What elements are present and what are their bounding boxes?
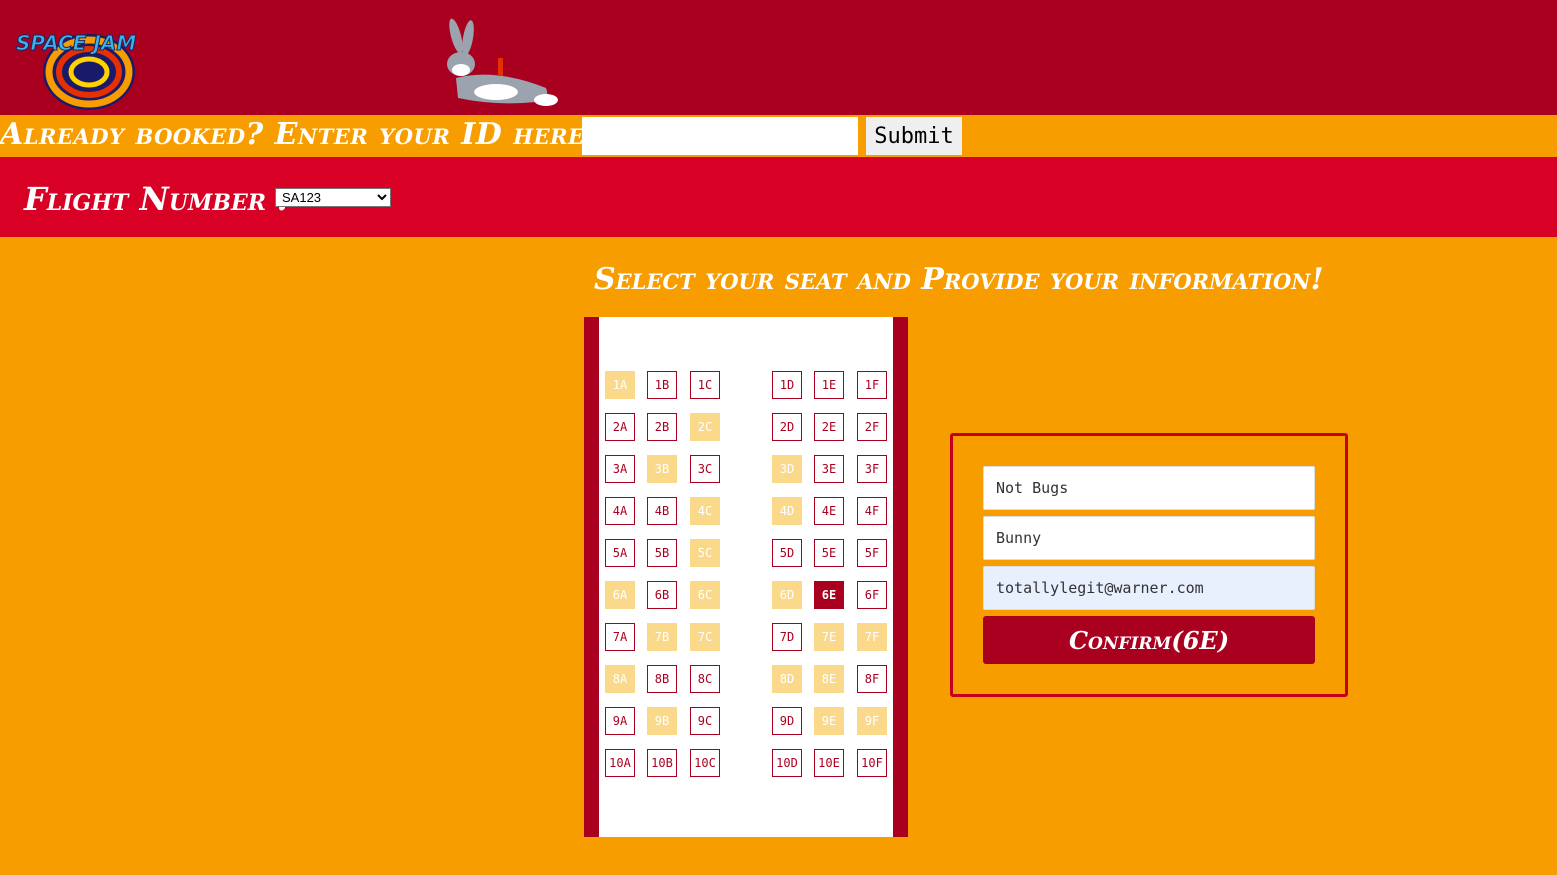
seat-3d[interactable]: 3D (772, 455, 802, 483)
seat-8d[interactable]: 8D (772, 665, 802, 693)
seat-2e[interactable]: 2E (814, 413, 844, 441)
seat-10f[interactable]: 10F (857, 749, 887, 777)
booking-lookup-bar: Already booked? Enter your ID here! Subm… (0, 115, 1557, 157)
seat-4a[interactable]: 4A (605, 497, 635, 525)
seat-8c[interactable]: 8C (690, 665, 720, 693)
seat-map: 1A 1B 1C 1D 1E 1F 2A 2B 2C 2D 2E 2F 3A 3B 3C 3D 3E 3F 4A 4B… (584, 317, 908, 837)
space-jam-logo-icon: SPACE JAM (16, 31, 137, 110)
seat-5d[interactable]: 5D (772, 539, 802, 567)
seat-7d[interactable]: 7D (772, 623, 802, 651)
seat-10c[interactable]: 10C (690, 749, 720, 777)
seat-5e[interactable]: 5E (814, 539, 844, 567)
passenger-form: Confirm(6E) (950, 433, 1348, 697)
email-field[interactable] (983, 566, 1315, 610)
seat-9a[interactable]: 9A (605, 707, 635, 735)
seat-1f[interactable]: 1F (857, 371, 887, 399)
seat-5b[interactable]: 5B (647, 539, 677, 567)
seat-1e[interactable]: 1E (814, 371, 844, 399)
seat-2f[interactable]: 2F (857, 413, 887, 441)
seat-3f[interactable]: 3F (857, 455, 887, 483)
seat-6e[interactable]: 6E (814, 581, 844, 609)
last-name-field[interactable] (983, 516, 1315, 560)
seat-4c[interactable]: 4C (690, 497, 720, 525)
seat-4d[interactable]: 4D (772, 497, 802, 525)
flight-number-bar: Flight Number : SA123 (0, 157, 1557, 237)
seat-4f[interactable]: 4F (857, 497, 887, 525)
seat-10b[interactable]: 10B (647, 749, 677, 777)
seat-6a[interactable]: 6A (605, 581, 635, 609)
seat-7c[interactable]: 7C (690, 623, 720, 651)
booking-id-input[interactable] (582, 117, 858, 155)
page-title: Select your seat and Provide your inform… (594, 262, 1324, 297)
seat-10d[interactable]: 10D (772, 749, 802, 777)
seat-7f[interactable]: 7F (857, 623, 887, 651)
seat-1b[interactable]: 1B (647, 371, 677, 399)
svg-text:SPACE JAM: SPACE JAM (16, 31, 136, 55)
seat-6d[interactable]: 6D (772, 581, 802, 609)
seat-4e[interactable]: 4E (814, 497, 844, 525)
seat-8a[interactable]: 8A (605, 665, 635, 693)
seat-1c[interactable]: 1C (690, 371, 720, 399)
header: SPACE JAM (0, 0, 1557, 115)
seat-4b[interactable]: 4B (647, 497, 677, 525)
seat-9e[interactable]: 9E (814, 707, 844, 735)
seat-5a[interactable]: 5A (605, 539, 635, 567)
seat-8e[interactable]: 8E (814, 665, 844, 693)
seat-8f[interactable]: 8F (857, 665, 887, 693)
bugs-bunny-mascot-icon (447, 18, 558, 106)
seat-5c[interactable]: 5C (690, 539, 720, 567)
seat-9f[interactable]: 9F (857, 707, 887, 735)
seat-3c[interactable]: 3C (690, 455, 720, 483)
seat-6c[interactable]: 6C (690, 581, 720, 609)
seat-9b[interactable]: 9B (647, 707, 677, 735)
seat-6b[interactable]: 6B (647, 581, 677, 609)
seat-6f[interactable]: 6F (857, 581, 887, 609)
seat-2c[interactable]: 2C (690, 413, 720, 441)
confirm-button[interactable]: Confirm(6E) (983, 616, 1315, 664)
submit-button[interactable]: Submit (866, 117, 962, 155)
seat-7a[interactable]: 7A (605, 623, 635, 651)
seat-5f[interactable]: 5F (857, 539, 887, 567)
booking-lookup-label: Already booked? Enter your ID here! (0, 117, 599, 152)
seat-7e[interactable]: 7E (814, 623, 844, 651)
seat-2a[interactable]: 2A (605, 413, 635, 441)
seat-8b[interactable]: 8B (647, 665, 677, 693)
seat-1d[interactable]: 1D (772, 371, 802, 399)
seat-9d[interactable]: 9D (772, 707, 802, 735)
flight-number-label: Flight Number : (24, 180, 289, 218)
seat-3b[interactable]: 3B (647, 455, 677, 483)
seat-10e[interactable]: 10E (814, 749, 844, 777)
seat-2d[interactable]: 2D (772, 413, 802, 441)
seat-2b[interactable]: 2B (647, 413, 677, 441)
flight-number-select[interactable]: SA123 (275, 188, 391, 207)
seat-9c[interactable]: 9C (690, 707, 720, 735)
seat-10a[interactable]: 10A (605, 749, 635, 777)
first-name-field[interactable] (983, 466, 1315, 510)
seat-7b[interactable]: 7B (647, 623, 677, 651)
seat-3e[interactable]: 3E (814, 455, 844, 483)
seat-1a[interactable]: 1A (605, 371, 635, 399)
seat-3a[interactable]: 3A (605, 455, 635, 483)
